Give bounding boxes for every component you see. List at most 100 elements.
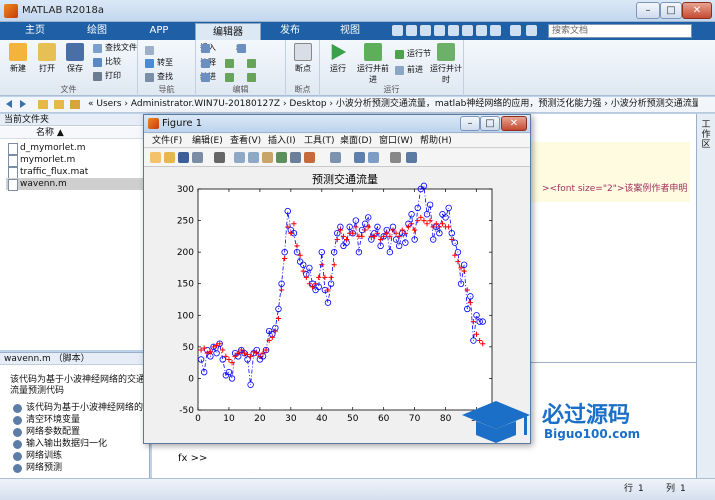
y-tick-label: 0 xyxy=(188,374,194,384)
tab-plots[interactable]: 绘图 xyxy=(70,22,124,40)
switch-windows-icon[interactable] xyxy=(476,25,487,36)
goto-button[interactable]: 转至 xyxy=(144,57,173,69)
hide-plot-tools-icon[interactable] xyxy=(390,152,401,163)
file-item[interactable]: d_mymorlet.m xyxy=(6,142,150,155)
section-item[interactable]: 清空环境变量 xyxy=(12,415,80,426)
up-folder-icon[interactable] xyxy=(38,100,48,109)
compare-button[interactable]: 比较 xyxy=(92,56,121,68)
find-files-button[interactable]: 查找文件 xyxy=(92,42,137,54)
section-item[interactable]: 输入输出数据归一化 xyxy=(12,439,107,450)
fx-button[interactable]: fx xyxy=(236,42,246,54)
new-button[interactable]: 新建 xyxy=(4,43,32,74)
watermark: 必过源码 Biguo100.com xyxy=(458,395,668,445)
current-path[interactable]: « Users › Administrator.WIN7U-20180127Z … xyxy=(88,97,698,112)
new-icon xyxy=(9,43,27,61)
back-icon[interactable] xyxy=(6,100,12,108)
close-button[interactable]: ✕ xyxy=(682,2,712,19)
section-item[interactable]: 网络预测 xyxy=(12,463,62,474)
figure-close-button[interactable]: ✕ xyxy=(501,116,527,131)
section-item[interactable]: 该代码为基于小波神经网络的交… xyxy=(12,403,161,414)
colorbar-icon[interactable] xyxy=(354,152,365,163)
open-file-icon[interactable] xyxy=(164,152,175,163)
tab-publish[interactable]: 发布 xyxy=(262,22,318,40)
indent-icon[interactable] xyxy=(224,71,237,83)
open-button[interactable]: 打开 xyxy=(33,43,61,74)
workspace-tab[interactable]: 工作区 xyxy=(698,120,714,150)
file-item[interactable]: traffic_flux.mat xyxy=(6,166,150,179)
save-button[interactable]: 保存 xyxy=(61,43,89,74)
copy-icon[interactable] xyxy=(420,25,431,36)
comment-button[interactable]: 注释 xyxy=(200,57,216,69)
breakpoints-icon xyxy=(294,43,312,61)
undo-icon[interactable] xyxy=(448,25,459,36)
settings-icon[interactable] xyxy=(510,25,521,36)
redo-icon[interactable] xyxy=(462,25,473,36)
layout-icon[interactable] xyxy=(526,25,537,36)
comment-icon[interactable] xyxy=(224,57,237,69)
command-prompt[interactable]: fx >> xyxy=(178,453,207,464)
run-and-time-button[interactable]: 运行并计时 xyxy=(430,43,462,85)
minimize-button[interactable]: – xyxy=(636,2,660,19)
section-item[interactable]: 网络参数配置 xyxy=(12,427,80,438)
file-item[interactable]: mymorlet.m xyxy=(6,154,150,167)
outdent-icon[interactable] xyxy=(246,71,259,83)
zoom-in-icon[interactable] xyxy=(234,152,245,163)
search-input[interactable]: 搜索文档 xyxy=(548,24,692,38)
menu-window[interactable]: 窗口(W) xyxy=(379,135,413,147)
x-tick-label: 10 xyxy=(223,414,235,424)
name-column-header[interactable]: 名称 ▲ xyxy=(0,127,150,139)
paste-icon[interactable] xyxy=(434,25,445,36)
zoom-out-icon[interactable] xyxy=(248,152,259,163)
cut-icon[interactable] xyxy=(406,25,417,36)
brush-icon[interactable] xyxy=(304,152,315,163)
advance-button[interactable]: 前进 xyxy=(394,64,423,76)
figure-maximize-button[interactable]: □ xyxy=(480,116,500,131)
run-section-button[interactable]: 运行节 xyxy=(394,48,431,60)
breakpoints-button[interactable]: 断点 xyxy=(289,43,317,74)
figure-titlebar: Figure 1 – □ ✕ xyxy=(144,115,530,133)
forward-icon[interactable] xyxy=(20,100,26,108)
tab-editor[interactable]: 编辑器 xyxy=(195,23,261,40)
save-icon[interactable] xyxy=(392,25,403,36)
save-figure-icon[interactable] xyxy=(178,152,189,163)
figure-minimize-button[interactable]: – xyxy=(460,116,480,131)
menu-insert[interactable]: 插入(I) xyxy=(268,135,296,147)
tab-view[interactable]: 视图 xyxy=(322,22,378,40)
menu-edit[interactable]: 编辑(E) xyxy=(192,135,223,147)
new-figure-icon[interactable] xyxy=(150,152,161,163)
menu-view[interactable]: 查看(V) xyxy=(230,135,261,147)
axes-box xyxy=(197,188,493,411)
find-button[interactable]: 查找 xyxy=(144,71,173,83)
browse-folder-icon[interactable] xyxy=(54,100,64,109)
show-plot-tools-icon[interactable] xyxy=(406,152,417,163)
menu-file[interactable]: 文件(F) xyxy=(152,135,182,147)
file-item-selected[interactable]: wavenn.m xyxy=(6,178,150,191)
chart-title: 预测交通流量 xyxy=(312,172,378,186)
indent-button[interactable]: 缩进 xyxy=(200,71,216,83)
tab-home[interactable]: 主页 xyxy=(8,22,62,40)
help-icon[interactable] xyxy=(490,25,501,36)
status-bar: 行 1 列 1 xyxy=(0,478,715,500)
run-button[interactable]: 运行 xyxy=(324,43,352,74)
maximize-button[interactable]: □ xyxy=(660,2,682,19)
pan-icon[interactable] xyxy=(262,152,273,163)
insert-button[interactable]: 插入 xyxy=(200,42,216,54)
uncomment-icon[interactable] xyxy=(246,57,259,69)
menu-desktop[interactable]: 桌面(D) xyxy=(340,135,372,147)
tab-apps[interactable]: APP xyxy=(132,22,186,40)
print-figure-icon[interactable] xyxy=(192,152,203,163)
code-line[interactable]: ><font size="2">该案例作者申明 xyxy=(542,181,692,194)
bookmark-icon[interactable] xyxy=(144,44,157,56)
menu-help[interactable]: 帮助(H) xyxy=(420,135,452,147)
rotate-icon[interactable] xyxy=(276,152,287,163)
data-cursor-icon[interactable] xyxy=(290,152,301,163)
y-tick-label: 200 xyxy=(177,248,194,258)
link-plot-icon[interactable] xyxy=(330,152,341,163)
menu-tools[interactable]: 工具(T) xyxy=(304,135,335,147)
edit-plot-icon[interactable] xyxy=(214,152,225,163)
y-tick-label: -50 xyxy=(179,406,194,416)
section-item[interactable]: 网络训练 xyxy=(12,451,62,462)
legend-icon[interactable] xyxy=(368,152,379,163)
run-and-advance-button[interactable]: 运行并前进 xyxy=(356,43,390,85)
print-button[interactable]: 打印 xyxy=(92,70,121,82)
